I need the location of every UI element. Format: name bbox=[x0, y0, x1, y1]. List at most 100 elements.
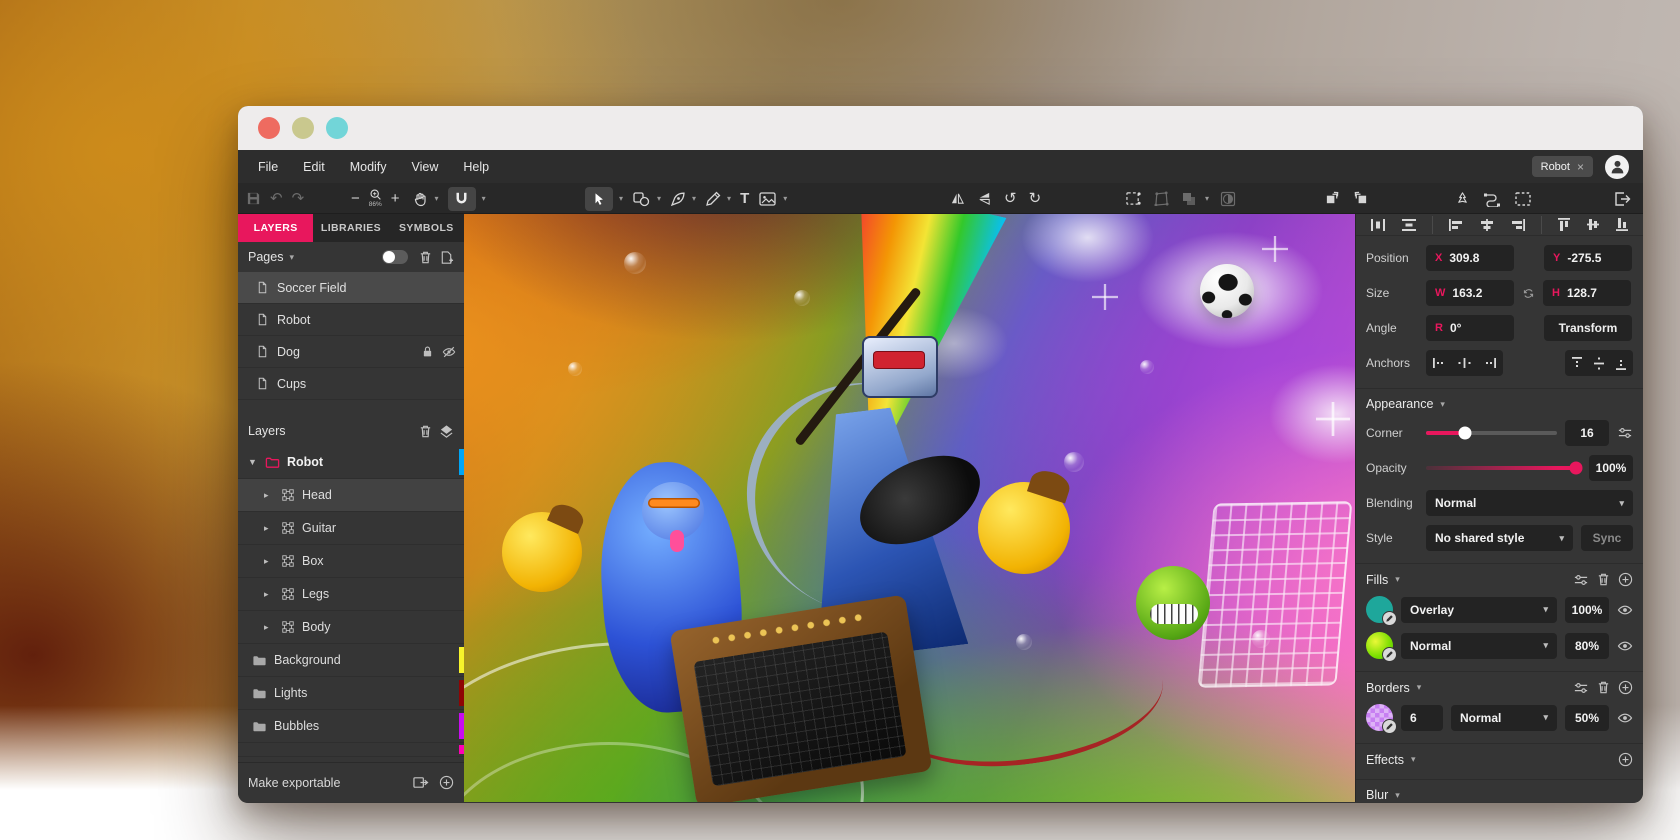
transform-button[interactable]: Transform bbox=[1544, 315, 1632, 341]
distort-tool-icon[interactable] bbox=[1153, 191, 1170, 206]
anchor-top-icon[interactable] bbox=[1571, 356, 1583, 371]
document-tab-robot[interactable]: Robot × bbox=[1532, 156, 1593, 177]
fill-blend-dropdown[interactable]: Overlay ▾ bbox=[1401, 597, 1557, 623]
layer-row-guitar[interactable]: ▸ Guitar bbox=[238, 512, 464, 545]
distribute-vertical-icon[interactable] bbox=[1401, 218, 1417, 232]
anchor-right-icon[interactable] bbox=[1482, 357, 1497, 369]
zoom-tool[interactable]: 86% bbox=[369, 188, 382, 209]
scale-tool-icon[interactable] bbox=[1125, 191, 1142, 206]
shape-tool-icon[interactable] bbox=[632, 191, 651, 207]
boolean-union-icon[interactable] bbox=[1455, 191, 1470, 206]
constrain-proportions-icon[interactable] bbox=[1522, 287, 1535, 300]
distribute-horizontal-icon[interactable] bbox=[1370, 218, 1386, 232]
anchor-middle-vertical-icon[interactable] bbox=[1593, 356, 1605, 371]
layer-row-box[interactable]: ▸ Box bbox=[238, 545, 464, 578]
layer-row-background[interactable]: Background bbox=[238, 644, 464, 677]
sync-button[interactable]: Sync bbox=[1581, 525, 1633, 551]
image-tool-chevron-icon[interactable]: ▾ bbox=[783, 194, 787, 203]
disclosure-open-icon[interactable]: ▼ bbox=[248, 457, 258, 467]
blending-dropdown[interactable]: Normal ▾ bbox=[1426, 490, 1633, 516]
rotate-cw-icon[interactable]: ↻ bbox=[1029, 191, 1042, 206]
layer-row-head[interactable]: ▸ Head bbox=[238, 479, 464, 512]
layer-row-bubbles[interactable]: Bubbles bbox=[238, 710, 464, 743]
borders-section-header[interactable]: Borders ▾ bbox=[1356, 671, 1643, 695]
merge-layers-icon[interactable] bbox=[1181, 191, 1197, 207]
align-right-icon[interactable] bbox=[1510, 218, 1526, 232]
style-dropdown[interactable]: No shared style ▾ bbox=[1426, 525, 1573, 551]
layer-row-body[interactable]: ▸ Body bbox=[238, 611, 464, 644]
pen-tool-chevron-icon[interactable]: ▾ bbox=[692, 194, 696, 203]
layer-style-icon[interactable] bbox=[439, 424, 454, 439]
border-blend-dropdown[interactable]: Normal ▾ bbox=[1451, 705, 1557, 731]
select-tool[interactable] bbox=[585, 187, 613, 211]
pages-toggle[interactable] bbox=[382, 250, 408, 264]
close-window-button[interactable] bbox=[258, 117, 280, 139]
fill-blend-dropdown[interactable]: Normal ▾ bbox=[1401, 633, 1557, 659]
fills-add-icon[interactable] bbox=[1618, 572, 1633, 587]
fill-opacity-value[interactable]: 100% bbox=[1565, 597, 1609, 623]
disclosure-closed-icon[interactable]: ▸ bbox=[264, 622, 274, 633]
text-tool-icon[interactable]: T bbox=[740, 190, 749, 207]
pages-chevron-icon[interactable]: ▾ bbox=[289, 252, 294, 263]
border-opacity-value[interactable]: 50% bbox=[1565, 705, 1609, 731]
angle-input[interactable]: R 0° bbox=[1426, 315, 1514, 341]
fills-delete-icon[interactable] bbox=[1596, 572, 1611, 587]
connector-icon[interactable] bbox=[1483, 191, 1501, 207]
merge-chevron-icon[interactable]: ▾ bbox=[1205, 194, 1209, 203]
document-tab-close-icon[interactable]: × bbox=[1577, 160, 1584, 174]
align-middle-vertical-icon[interactable] bbox=[1586, 217, 1600, 232]
fill-opacity-value[interactable]: 80% bbox=[1565, 633, 1609, 659]
border-width-input[interactable]: 6 bbox=[1401, 705, 1443, 731]
menu-view[interactable]: View bbox=[412, 160, 439, 174]
locked-icon[interactable] bbox=[421, 345, 434, 359]
page-row-robot[interactable]: Robot bbox=[238, 304, 464, 336]
position-x-input[interactable]: X 309.8 bbox=[1426, 245, 1514, 271]
borders-delete-icon[interactable] bbox=[1596, 680, 1611, 695]
flip-vertical-icon[interactable] bbox=[977, 191, 992, 206]
account-avatar[interactable] bbox=[1605, 155, 1629, 179]
align-top-icon[interactable] bbox=[1557, 217, 1571, 232]
menu-file[interactable]: File bbox=[258, 160, 278, 174]
page-row-soccer-field[interactable]: Soccer Field bbox=[238, 272, 464, 304]
slice-marquee-icon[interactable] bbox=[1514, 191, 1532, 207]
fill-gradient-swatch[interactable] bbox=[1366, 632, 1393, 659]
add-export-icon[interactable] bbox=[439, 775, 454, 790]
zoom-window-button[interactable] bbox=[326, 117, 348, 139]
border-visible-eye-icon[interactable] bbox=[1617, 710, 1633, 726]
borders-options-icon[interactable] bbox=[1573, 681, 1589, 695]
pen-tool-icon[interactable] bbox=[670, 191, 686, 207]
export-icon[interactable] bbox=[412, 775, 429, 790]
anchor-center-horizontal-icon[interactable] bbox=[1457, 357, 1472, 369]
image-tool-icon[interactable] bbox=[758, 191, 777, 207]
disclosure-closed-icon[interactable]: ▸ bbox=[264, 523, 274, 534]
hidden-eye-icon[interactable] bbox=[442, 345, 456, 359]
effects-add-icon[interactable] bbox=[1618, 752, 1633, 767]
size-width-input[interactable]: W 163.2 bbox=[1426, 280, 1514, 306]
bring-forward-icon[interactable] bbox=[1325, 191, 1340, 206]
tab-symbols[interactable]: SYMBOLS bbox=[389, 214, 464, 242]
align-left-icon[interactable] bbox=[1448, 218, 1464, 232]
anchor-left-icon[interactable] bbox=[1432, 357, 1447, 369]
anchor-bottom-icon[interactable] bbox=[1615, 356, 1627, 371]
zoom-out-icon[interactable]: − bbox=[351, 191, 360, 206]
flip-horizontal-icon[interactable] bbox=[950, 191, 965, 206]
delete-layer-icon[interactable] bbox=[418, 424, 433, 439]
menu-help[interactable]: Help bbox=[463, 160, 489, 174]
send-backward-icon[interactable] bbox=[1353, 191, 1368, 206]
opacity-slider[interactable] bbox=[1426, 466, 1581, 470]
layer-row-partial[interactable] bbox=[238, 743, 464, 757]
page-row-cups[interactable]: Cups bbox=[238, 368, 464, 400]
effects-section-header[interactable]: Effects ▾ bbox=[1356, 743, 1643, 767]
fill-visible-eye-icon[interactable] bbox=[1617, 602, 1633, 618]
add-page-icon[interactable] bbox=[439, 250, 454, 265]
redo-icon[interactable]: ↷ bbox=[292, 191, 305, 206]
tab-libraries[interactable]: LIBRARIES bbox=[313, 214, 388, 242]
canvas[interactable] bbox=[464, 214, 1355, 802]
minimize-window-button[interactable] bbox=[292, 117, 314, 139]
size-height-input[interactable]: H 128.7 bbox=[1543, 280, 1631, 306]
hand-tool-chevron-icon[interactable]: ▾ bbox=[435, 194, 439, 203]
rotate-ccw-icon[interactable]: ↺ bbox=[1004, 191, 1017, 206]
fills-options-icon[interactable] bbox=[1573, 573, 1589, 587]
page-row-dog[interactable]: Dog bbox=[238, 336, 464, 368]
pencil-tool-chevron-icon[interactable]: ▾ bbox=[727, 194, 731, 203]
